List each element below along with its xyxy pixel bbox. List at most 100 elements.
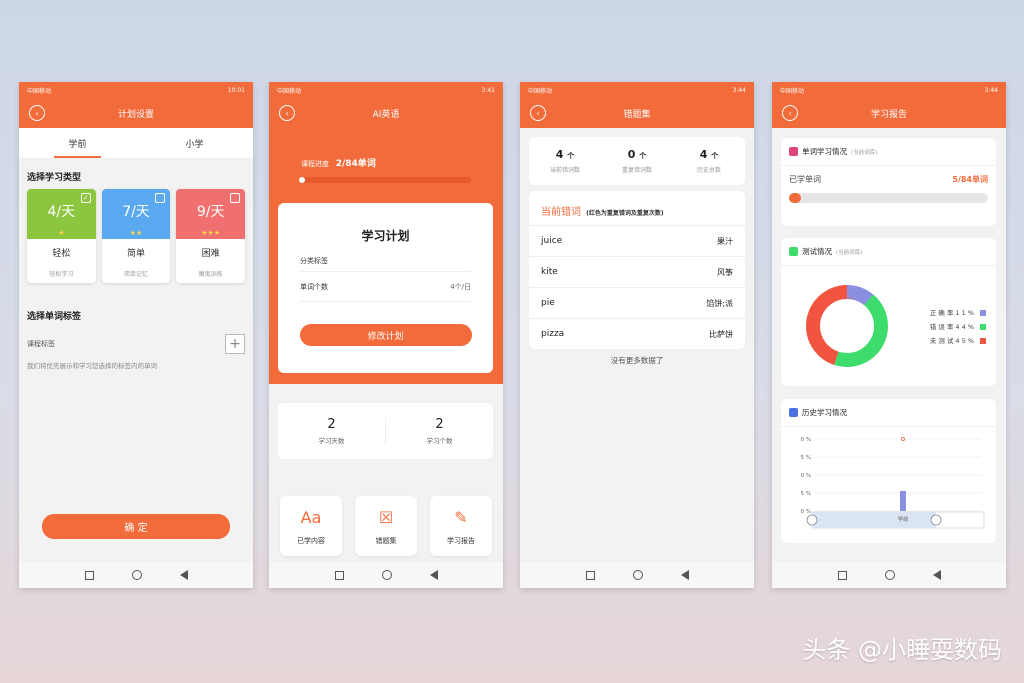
progress-value: 2/84单词 — [335, 159, 376, 169]
page-title: 学习报告 — [870, 109, 907, 120]
type-rate: 4/天 — [47, 204, 76, 220]
title-bar: ‹ 学习报告 — [772, 98, 1006, 128]
type-options: ✓ 4/天 ★ 轻松 轻松学习 7/天 ★★ 简单 简单记忆 9/天 ★★★ 困… — [19, 189, 253, 283]
nav-bar — [772, 562, 1006, 588]
history-icon — [789, 408, 798, 417]
history-bar-chart: 0 % 5 % 0 % 5 % 0 % 学前 — [801, 437, 985, 529]
back-icon[interactable]: ‹ — [782, 105, 798, 121]
study-days-label: 学习天数 — [318, 437, 345, 445]
type-rate: 7/天 — [122, 204, 150, 220]
list-item[interactable]: pie 馅饼;派 — [529, 287, 745, 318]
tag-row: 课程标签 + — [19, 328, 253, 354]
test-status-card: 测试情况 (当前词库) 正 确 率 1 1 % 错 误 率 4 4 % 未 测 … — [781, 238, 996, 386]
back-icon[interactable]: ‹ — [29, 105, 45, 121]
carrier: 中国移动 — [277, 87, 302, 95]
word-study-card: 单词学习情况 (当前词库) 已学单词 5/84单词 — [781, 138, 996, 226]
recent-apps-icon[interactable] — [334, 570, 344, 580]
status-bar: 中国移动 10:01 — [19, 82, 253, 98]
wrong-words-button[interactable]: ☒ 错题集 — [355, 496, 417, 556]
grade-tabs: 学前 小学 — [19, 128, 253, 158]
add-tag-icon[interactable]: + — [225, 334, 245, 354]
tag-hint: 我们将优先展示和学习您选择的标签内的单词 — [27, 362, 157, 370]
zoom-handle-left[interactable] — [806, 514, 818, 526]
section-title-tag: 选择单词标签 — [27, 312, 82, 322]
y-tick-label: 0 % — [801, 437, 811, 443]
carrier: 中国移动 — [780, 87, 805, 95]
back-nav-icon[interactable] — [932, 570, 941, 580]
checkbox-icon[interactable] — [155, 193, 166, 203]
list-item[interactable]: pizza 比萨饼 — [529, 318, 745, 349]
type-subtitle: 简单记忆 — [124, 271, 149, 278]
study-days-value: 2 — [327, 417, 336, 432]
modify-plan-button[interactable]: 修改计划 — [299, 324, 472, 346]
nav-bar — [520, 562, 754, 588]
type-option-easy[interactable]: ✓ 4/天 ★ 轻松 轻松学习 — [27, 189, 96, 283]
plan-row-count[interactable]: 单词个数 4个/日 — [300, 272, 471, 302]
type-option-hard[interactable]: 9/天 ★★★ 困难 魔鬼训练 — [176, 189, 246, 283]
title-bar: ‹ AI英语 — [269, 98, 503, 128]
back-nav-icon[interactable] — [429, 570, 438, 580]
time: 10:01 — [227, 86, 245, 94]
plan-card: 学习计划 分类标签 单词个数 4个/日 修改计划 — [278, 203, 493, 373]
type-name: 简单 — [127, 249, 146, 259]
progress-label: 课程进度 — [301, 160, 329, 168]
study-report-button[interactable]: ✎ 学习报告 — [430, 496, 492, 556]
carrier: 中国移动 — [528, 87, 553, 95]
home-icon[interactable] — [381, 570, 392, 580]
card-header: 测试情况 (当前词库) — [781, 238, 996, 266]
type-option-simple[interactable]: 7/天 ★★ 简单 简单记忆 — [101, 189, 171, 283]
type-subtitle: 魔鬼训练 — [198, 271, 223, 278]
back-nav-icon[interactable] — [680, 570, 689, 580]
y-tick-label: 0 % — [801, 473, 811, 479]
test-donut-chart — [806, 285, 888, 367]
page-title: 计划设置 — [117, 109, 154, 120]
home-icon[interactable] — [884, 570, 895, 580]
legend-item-untested: 未 测 试 4 5 % — [930, 334, 986, 348]
tab-preschool[interactable]: 学前 — [19, 128, 136, 158]
card-header: 历史学习情况 — [781, 399, 996, 427]
legend-item-wrong: 错 误 率 4 4 % — [930, 320, 986, 334]
time: 3:41 — [481, 86, 495, 94]
nav-bar — [19, 562, 253, 588]
tag-label: 课程标签 — [27, 340, 55, 348]
x-tick-label: 学前 — [897, 515, 909, 523]
plan-row-tag[interactable]: 分类标签 — [300, 250, 471, 272]
back-nav-icon[interactable] — [179, 570, 188, 580]
watermark: 头条 @小睡耍数码 — [802, 636, 1002, 664]
tab-primary[interactable]: 小学 — [136, 128, 253, 158]
page-title: 错题集 — [623, 109, 651, 120]
stat-repeat-wrong: 0 个 重复错词数 — [621, 148, 652, 174]
card-header: 单词学习情况 (当前词库) — [781, 138, 996, 166]
recent-apps-icon[interactable] — [837, 570, 847, 580]
zoom-slider-range[interactable] — [812, 512, 936, 528]
ab-icon — [789, 147, 798, 156]
study-count-value: 2 — [435, 417, 444, 432]
home-icon[interactable] — [131, 570, 142, 580]
title-bar: ‹ 计划设置 — [19, 98, 253, 128]
wrong-stats-card: 4 个 当前错词数 0 个 重复错词数 4 个 历史总数 — [529, 137, 745, 185]
back-icon[interactable]: ‹ — [530, 105, 546, 121]
list-item[interactable]: kite 风筝 — [529, 256, 745, 287]
home-icon[interactable] — [632, 570, 643, 580]
zoom-handle-right[interactable] — [930, 514, 942, 526]
learned-content-button[interactable]: Aa 已学内容 — [280, 496, 342, 556]
learned-row: 已学单词 5/84单词 — [789, 175, 988, 184]
checkbox-checked-icon[interactable]: ✓ — [80, 193, 91, 203]
learned-progress-fill — [789, 193, 801, 203]
recent-apps-icon[interactable] — [84, 570, 94, 580]
type-subtitle: 轻松学习 — [49, 271, 74, 278]
time: 3:44 — [984, 86, 998, 94]
phone-wrong-words: 中国移动 3:44 ‹ 错题集 4 个 当前错词数 0 个 重复错词数 4 个 … — [520, 82, 754, 588]
wrong-words-card: 当前错词 (红色为重复错词及重复次数) juice 果汁 kite 风筝 pie 馅饼… — [529, 191, 745, 349]
confirm-button[interactable]: 确 定 — [42, 514, 230, 539]
carrier: 中国移动 — [27, 87, 52, 95]
status-bar: 中国移动 3:44 — [772, 82, 1006, 98]
phone-plan-settings: 中国移动 10:01 ‹ 计划设置 学前 小学 选择学习类型 ✓ 4/天 ★ 轻… — [19, 82, 253, 588]
progress-text: 课程进度 2/84单词 — [269, 128, 503, 169]
checkbox-icon[interactable] — [230, 193, 241, 203]
recent-apps-icon[interactable] — [585, 570, 595, 580]
back-icon[interactable]: ‹ — [279, 105, 295, 121]
list-item[interactable]: juice 果汁 — [529, 225, 745, 256]
phone-ai-english: 中国移动 3:41 ‹ AI英语 课程进度 2/84单词 学习计划 分类标签 单… — [269, 82, 503, 588]
title-bar: ‹ 错题集 — [520, 98, 754, 128]
